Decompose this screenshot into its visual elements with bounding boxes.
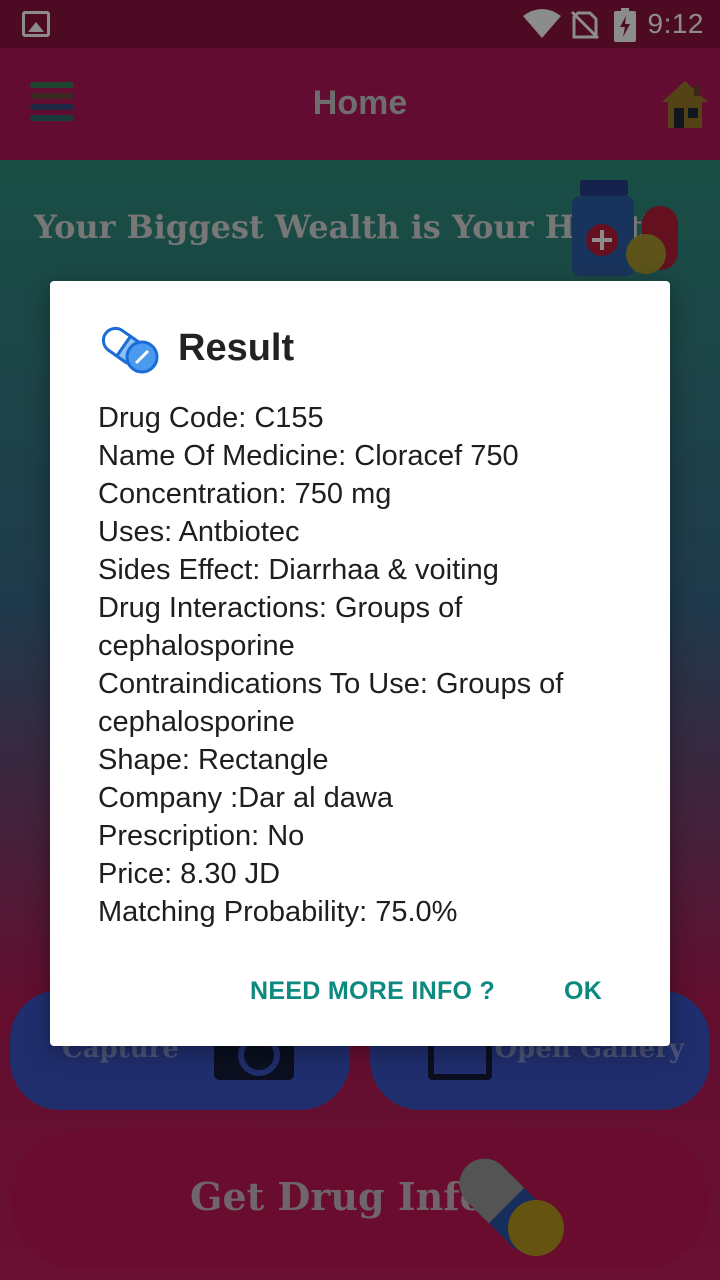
uses-line: Uses: Antbiotec (98, 516, 300, 548)
drug-interactions-line: Drug Interactions: Groups of cephalospor… (98, 592, 463, 662)
need-more-info-button[interactable]: NEED MORE INFO ? (250, 977, 495, 1006)
dialog-title: Result (178, 327, 295, 369)
side-effects-line: Sides Effect: Diarrhaa & voiting (98, 554, 499, 586)
dialog-body: Drug Code: C155 Name Of Medicine: Clorac… (98, 399, 638, 931)
company-line: Company :Dar al dawa (98, 782, 393, 814)
capsule-icon (101, 326, 159, 374)
price-line: Price: 8.30 JD (98, 858, 281, 890)
contraindications-line: Contraindications To Use: Groups of ceph… (98, 668, 564, 738)
dialog-actions: NEED MORE INFO ? OK (50, 977, 670, 1017)
concentration-line: Concentration: 750 mg (98, 478, 392, 510)
result-dialog: Result Drug Code: C155 Name Of Medicine:… (50, 281, 670, 1046)
shape-line: Shape: Rectangle (98, 744, 329, 776)
prescription-line: Prescription: No (98, 820, 305, 852)
ok-button[interactable]: OK (564, 977, 602, 1006)
medicine-name-line: Name Of Medicine: Cloracef 750 (98, 440, 519, 472)
drug-code-line: Drug Code: C155 (98, 402, 324, 434)
matching-probability-line: Matching Probability: 75.0% (98, 896, 458, 928)
